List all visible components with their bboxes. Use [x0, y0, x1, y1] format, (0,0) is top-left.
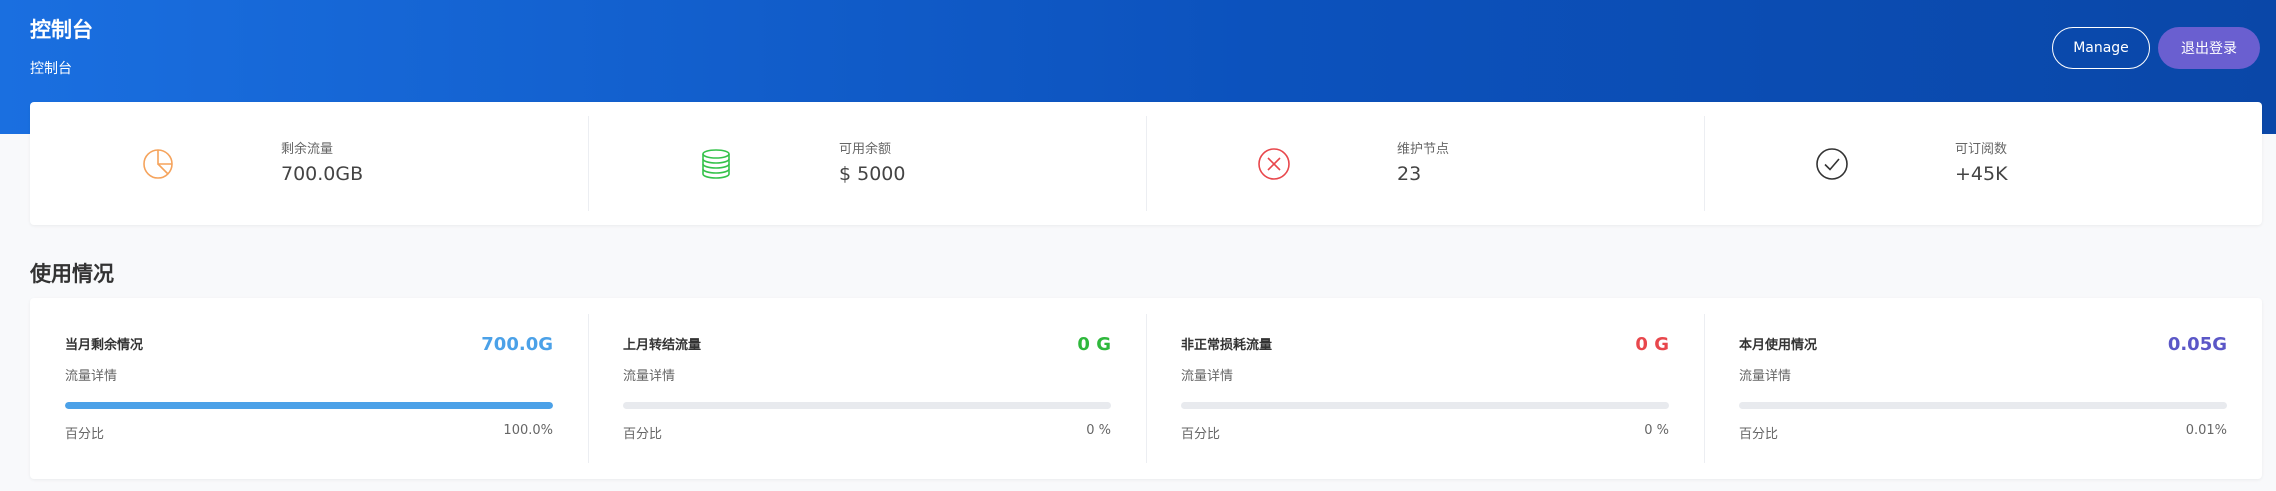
usage-value: 0 G: [1635, 334, 1669, 355]
traffic-detail-label: 流量详情: [623, 369, 676, 384]
stat-subscriptions: 可订阅数 +45K: [1704, 102, 2262, 225]
percent-value: 0 %: [1644, 423, 1669, 438]
section-title: 使用情况: [30, 262, 114, 286]
usage-value: 0 G: [1077, 334, 1111, 355]
traffic-detail-label: 流量详情: [65, 369, 118, 384]
manage-button[interactable]: Manage: [2052, 27, 2150, 69]
traffic-detail-label: 流量详情: [1181, 369, 1234, 384]
progress-bar: [1181, 402, 1669, 409]
stat-balance: 可用余额 $ 5000: [588, 102, 1146, 225]
progress-bar: [65, 402, 553, 409]
percent-value: 0.01%: [2185, 423, 2227, 438]
usage-value: 0.05G: [2167, 334, 2227, 355]
stat-label: 剩余流量: [281, 142, 334, 157]
percent-label: 百分比: [1181, 427, 1221, 442]
usage-item-month-used: 本月使用情况 0.05G 流量详情 百分比 0.01%: [1704, 298, 2262, 479]
stat-value: 23: [1397, 163, 1422, 185]
usage-card: 当月剩余情况 700.0G 流量详情 百分比 100.0% 上月转结流量 0 G…: [30, 298, 2262, 479]
usage-item-abnormal-loss: 非正常损耗流量 0 G 流量详情 百分比 0 %: [1146, 298, 1704, 479]
x-circle-icon: [1256, 146, 1292, 182]
stat-maintenance-nodes: 维护节点 23: [1146, 102, 1704, 225]
stat-value: $ 5000: [839, 163, 906, 185]
usage-title: 当月剩余情况: [65, 338, 144, 353]
usage-value: 700.0G: [481, 334, 553, 355]
logout-button[interactable]: 退出登录: [2158, 27, 2260, 69]
usage-title: 本月使用情况: [1739, 338, 1818, 353]
percent-value: 0 %: [1086, 423, 1111, 438]
percent-label: 百分比: [1739, 427, 1779, 442]
percent-label: 百分比: [623, 427, 663, 442]
percent-value: 100.0%: [503, 423, 553, 438]
usage-title: 非正常损耗流量: [1181, 338, 1273, 353]
page-title: 控制台: [30, 18, 93, 42]
progress-fill: [65, 402, 553, 409]
stat-value: +45K: [1955, 163, 2008, 185]
coins-icon: [698, 146, 734, 182]
stats-card: 剩余流量 700.0GB 可用余额 $ 5000 维护节点 23 可订阅数 +4…: [30, 102, 2262, 225]
check-circle-icon: [1814, 146, 1850, 182]
stat-label: 维护节点: [1397, 142, 1450, 157]
usage-item-month-remaining: 当月剩余情况 700.0G 流量详情 百分比 100.0%: [30, 298, 588, 479]
stat-value: 700.0GB: [281, 163, 364, 185]
traffic-detail-label: 流量详情: [1739, 369, 1792, 384]
stat-label: 可订阅数: [1955, 142, 2008, 157]
percent-label: 百分比: [65, 427, 105, 442]
usage-item-last-month-carryover: 上月转结流量 0 G 流量详情 百分比 0 %: [588, 298, 1146, 479]
breadcrumb: 控制台: [30, 61, 72, 77]
stat-remaining-traffic: 剩余流量 700.0GB: [30, 102, 588, 225]
pie-chart-icon: [140, 146, 176, 182]
progress-bar: [623, 402, 1111, 409]
usage-title: 上月转结流量: [623, 338, 702, 353]
stat-label: 可用余额: [839, 142, 892, 157]
progress-bar: [1739, 402, 2227, 409]
